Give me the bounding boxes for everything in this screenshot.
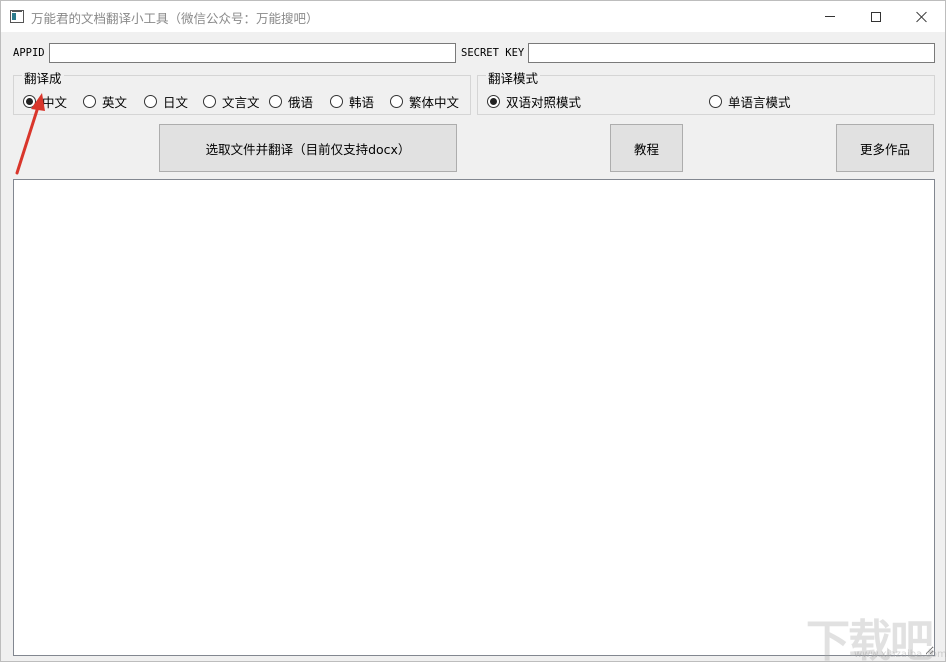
radio-target-traditional-chinese[interactable]: 繁体中文 xyxy=(390,92,459,111)
radio-target-russian[interactable]: 俄语 xyxy=(269,92,313,111)
radio-label: 单语言模式 xyxy=(728,95,791,110)
translation-mode-group: 翻译模式 双语对照模式 单语言模式 xyxy=(477,68,935,115)
minimize-icon xyxy=(825,16,835,17)
radio-button[interactable] xyxy=(203,95,216,108)
minimize-button[interactable] xyxy=(807,1,853,32)
radio-button[interactable] xyxy=(390,95,403,108)
radio-label: 日文 xyxy=(163,95,189,110)
tutorial-button[interactable]: 教程 xyxy=(610,124,683,172)
radio-target-japanese[interactable]: 日文 xyxy=(144,92,188,111)
target-language-group: 翻译成 中文 英文 日文 文言文 俄语 韩语 繁体中文 xyxy=(13,68,471,115)
radio-label: 俄语 xyxy=(288,95,314,110)
secret-key-label: SECRET KEY xyxy=(461,47,525,59)
radio-button[interactable] xyxy=(487,95,500,108)
radio-button[interactable] xyxy=(709,95,722,108)
appid-input[interactable] xyxy=(49,43,456,63)
radio-button[interactable] xyxy=(83,95,96,108)
secret-key-input[interactable] xyxy=(528,43,935,63)
radio-label: 繁体中文 xyxy=(409,95,460,110)
radio-label: 中文 xyxy=(42,95,68,110)
maximize-button[interactable] xyxy=(853,1,899,32)
close-button[interactable] xyxy=(899,1,945,32)
radio-target-classical-chinese[interactable]: 文言文 xyxy=(203,92,260,111)
radio-button[interactable] xyxy=(23,95,36,108)
app-window: 万能君的文档翻译小工具（微信公众号：万能搜吧） APPID SECRET KEY… xyxy=(0,0,946,662)
more-works-button[interactable]: 更多作品 xyxy=(836,124,934,172)
radio-mode-bilingual[interactable]: 双语对照模式 xyxy=(487,92,581,111)
target-language-title: 翻译成 xyxy=(22,68,64,87)
radio-label: 韩语 xyxy=(349,95,375,110)
radio-target-english[interactable]: 英文 xyxy=(83,92,127,111)
radio-button[interactable] xyxy=(330,95,343,108)
maximize-icon xyxy=(871,11,881,22)
radio-button[interactable] xyxy=(144,95,157,108)
radio-target-korean[interactable]: 韩语 xyxy=(330,92,374,111)
radio-label: 英文 xyxy=(102,95,128,110)
output-textarea[interactable] xyxy=(13,179,935,656)
radio-label: 双语对照模式 xyxy=(506,95,582,110)
select-file-translate-button[interactable]: 选取文件并翻译（目前仅支持docx） xyxy=(159,124,457,172)
app-icon xyxy=(10,10,24,23)
window-title: 万能君的文档翻译小工具（微信公众号：万能搜吧） xyxy=(31,11,319,26)
radio-label: 文言文 xyxy=(222,95,260,110)
radio-mode-monolingual[interactable]: 单语言模式 xyxy=(709,92,791,111)
appid-label: APPID xyxy=(13,47,45,59)
title-bar[interactable]: 万能君的文档翻译小工具（微信公众号：万能搜吧） xyxy=(1,1,945,32)
radio-button[interactable] xyxy=(269,95,282,108)
close-icon xyxy=(916,11,928,23)
translation-mode-title: 翻译模式 xyxy=(486,68,541,87)
radio-target-chinese[interactable]: 中文 xyxy=(23,92,67,111)
